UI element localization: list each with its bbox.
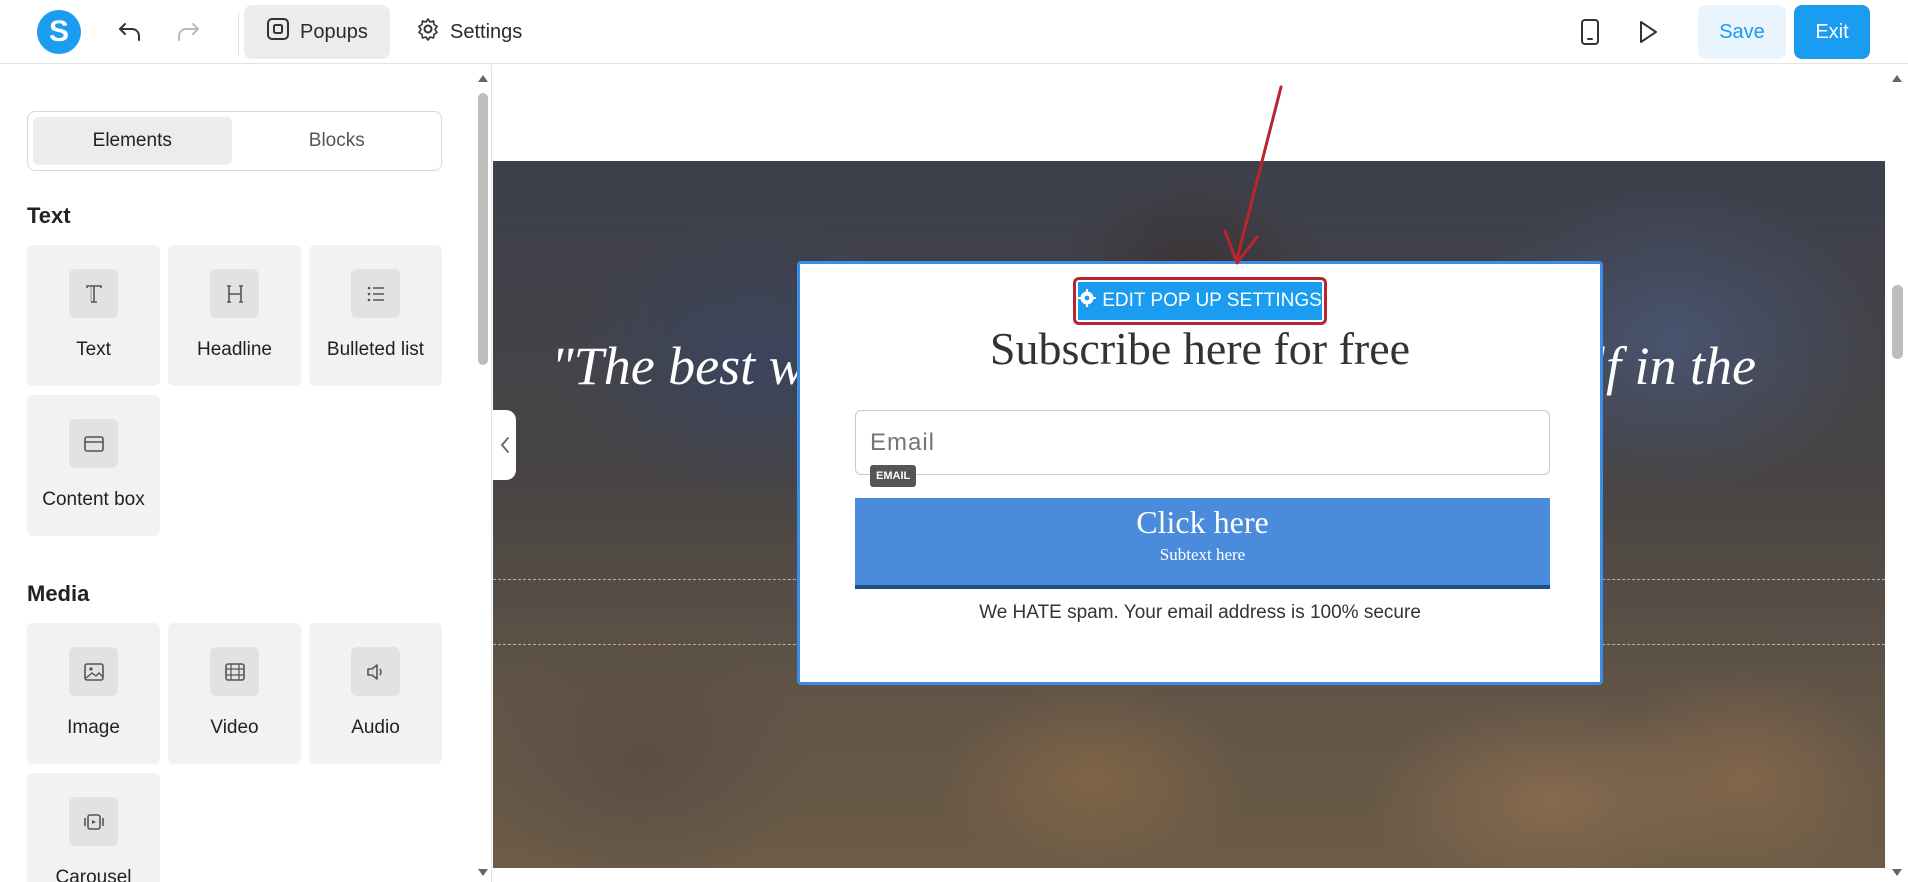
scroll-down-arrow-icon[interactable] <box>478 869 488 876</box>
edit-popup-settings-label: EDIT POP UP SETTINGS <box>1102 290 1322 311</box>
scrollbar-thumb[interactable] <box>1892 285 1903 359</box>
redo-icon[interactable] <box>173 17 203 47</box>
element-headline[interactable]: Headline <box>168 245 301 386</box>
image-icon <box>69 647 118 696</box>
element-label: Text <box>76 339 111 360</box>
cta-subtext: Subtext here <box>1159 545 1246 564</box>
element-label: Headline <box>197 339 272 360</box>
scrollbar-thumb[interactable] <box>478 93 488 365</box>
edit-popup-settings-button[interactable]: EDIT POP UP SETTINGS <box>1073 277 1327 325</box>
top-toolbar: S Popups Settings Save Exit <box>0 0 1908 64</box>
element-label: Bulleted list <box>326 339 425 360</box>
save-button[interactable]: Save <box>1698 5 1786 59</box>
popups-label: Popups <box>300 20 368 43</box>
panel-scrollbar[interactable] <box>474 65 492 882</box>
app-logo[interactable]: S <box>37 10 81 54</box>
popup-title: Subscribe here for free <box>989 323 1411 374</box>
settings-label: Settings <box>450 20 523 43</box>
panel-tabs: Elements Blocks <box>27 111 442 171</box>
toolbar-divider <box>238 12 239 56</box>
element-label: Audio <box>351 717 400 738</box>
undo-icon[interactable] <box>115 17 145 47</box>
carousel-icon <box>69 797 118 846</box>
tab-elements[interactable]: Elements <box>33 117 232 165</box>
element-label: Image <box>67 717 120 738</box>
element-text[interactable]: Text <box>27 245 160 386</box>
element-bulleted-list[interactable]: Bulleted list <box>309 245 442 386</box>
gear-icon <box>1078 289 1097 313</box>
list-icon <box>351 269 400 318</box>
mobile-preview-icon[interactable] <box>1575 17 1605 47</box>
element-video[interactable]: Video <box>168 623 301 764</box>
popup-icon <box>266 17 290 47</box>
settings-button[interactable]: Settings <box>394 5 544 59</box>
scroll-down-arrow-icon[interactable] <box>1892 869 1902 876</box>
gear-icon <box>416 17 440 47</box>
scroll-up-arrow-icon[interactable] <box>478 75 488 82</box>
text-icon <box>69 269 118 318</box>
element-label: Content box <box>42 489 145 510</box>
speaker-icon <box>351 647 400 696</box>
section-title-text: Text <box>27 203 71 228</box>
annotation-arrow <box>1223 85 1283 265</box>
element-image[interactable]: Image <box>27 623 160 764</box>
play-preview-icon[interactable] <box>1633 17 1663 47</box>
elements-panel: Elements Blocks Text Text Headline Bulle… <box>0 65 474 882</box>
video-icon <box>210 647 259 696</box>
section-title-media: Media <box>27 581 90 606</box>
editor-canvas: "The best w elf in the EDIT POP UP SETTI… <box>493 65 1885 882</box>
canvas-scrollbar[interactable] <box>1887 65 1908 882</box>
scroll-up-arrow-icon[interactable] <box>1892 75 1902 82</box>
element-label: Video <box>210 717 259 738</box>
content-box-icon <box>69 419 118 468</box>
cta-main-text: Click here <box>1136 504 1269 540</box>
email-field[interactable] <box>855 410 1550 475</box>
spam-note: We HATE spam. Your email address is 100%… <box>979 602 1421 623</box>
collapse-panel-tab[interactable] <box>493 410 516 480</box>
element-label: Carousel <box>55 867 132 882</box>
email-field-badge: EMAIL <box>870 465 917 487</box>
element-carousel[interactable]: Carousel <box>27 773 160 882</box>
click-here-button[interactable]: Click here Subtext here <box>855 498 1550 589</box>
popups-button[interactable]: Popups <box>244 5 390 59</box>
exit-button[interactable]: Exit <box>1794 5 1870 59</box>
headline-icon <box>210 269 259 318</box>
element-audio[interactable]: Audio <box>309 623 442 764</box>
tab-blocks[interactable]: Blocks <box>238 117 437 165</box>
chevron-left-icon <box>500 437 509 453</box>
element-content-box[interactable]: Content box <box>27 395 160 536</box>
quote-left-fragment: "The best w <box>551 336 805 396</box>
